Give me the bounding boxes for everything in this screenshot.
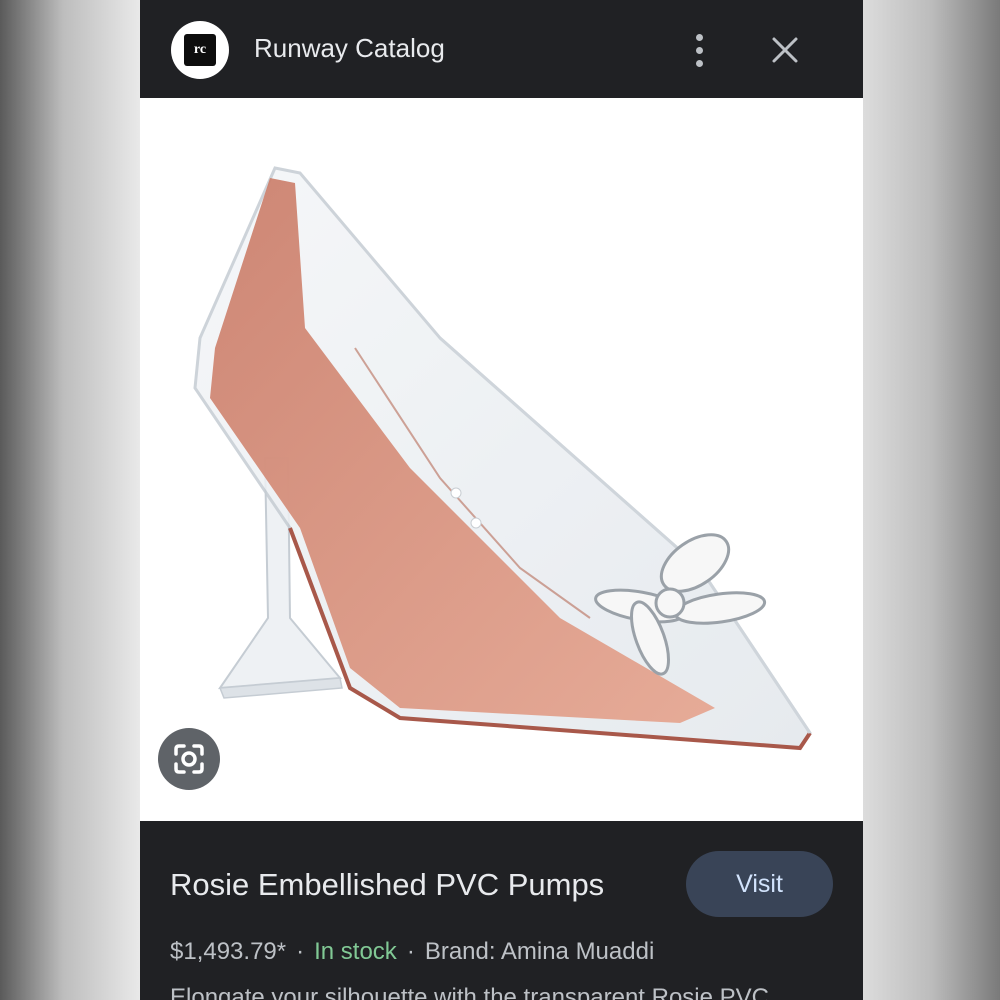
blurred-background-left: [0, 0, 140, 1000]
lens-icon[interactable]: [158, 728, 220, 790]
close-icon[interactable]: [770, 35, 800, 65]
visit-button[interactable]: Visit: [686, 851, 833, 917]
product-info: Rosie Embellished PVC Pumps Visit $1,493…: [140, 821, 863, 1000]
stock-status: In stock: [314, 938, 397, 965]
shoe-illustration: [193, 166, 812, 751]
site-name[interactable]: Runway Catalog: [254, 33, 445, 64]
site-logo[interactable]: rc: [171, 21, 229, 79]
product-panel: rc Runway Catalog Rosie Embellished PVC …: [140, 0, 863, 1000]
blurred-background-right: [863, 0, 1000, 1000]
product-price: $1,493.79*: [170, 938, 287, 965]
site-logo-mark: rc: [184, 34, 216, 66]
header-bar: rc Runway Catalog: [140, 0, 863, 98]
product-title: Rosie Embellished PVC Pumps: [170, 867, 605, 902]
separator-dot: ·: [406, 938, 415, 965]
product-brand: Brand: Amina Muaddi: [424, 938, 655, 965]
product-description: Elongate your silhouette with the transp…: [170, 984, 770, 1000]
separator-dot: ·: [296, 938, 305, 965]
more-vert-icon[interactable]: [686, 34, 712, 68]
product-image[interactable]: [140, 98, 863, 821]
product-meta: $1,493.79* · In stock · Brand: Amina Muaddi: [170, 938, 654, 966]
